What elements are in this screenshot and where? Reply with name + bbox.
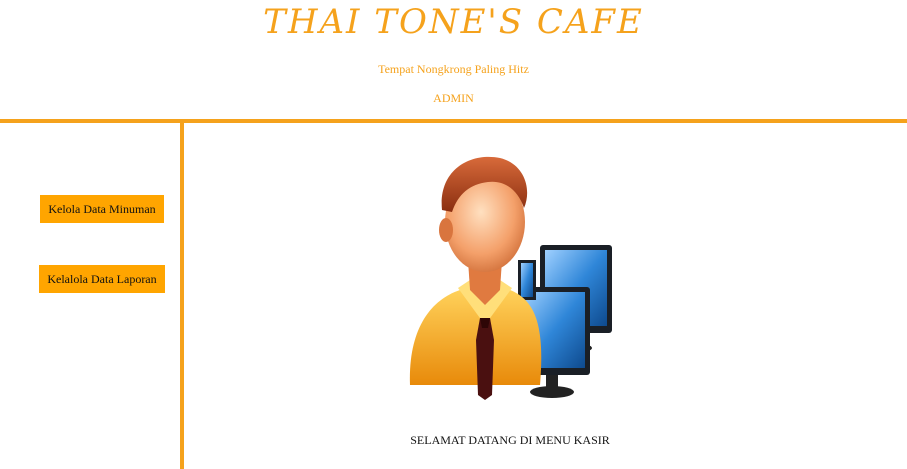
tagline: Tempat Nongkrong Paling Hitz [378,62,529,76]
welcome-message: SELAMAT DATANG DI MENU KASIR [410,433,610,447]
user-role-label: ADMIN [433,91,474,105]
page-header: THAI TONE'S CAFE Tempat Nongkrong Paling… [0,0,907,120]
page-title: THAI TONE'S CAFE [263,2,644,42]
sidebar-divider [180,123,184,469]
cashier-user-computer-icon [400,150,620,410]
manage-reports-button[interactable]: Kelalola Data Laporan [39,265,165,293]
manage-drinks-button[interactable]: Kelola Data Minuman [40,195,164,223]
header-divider [0,119,907,123]
